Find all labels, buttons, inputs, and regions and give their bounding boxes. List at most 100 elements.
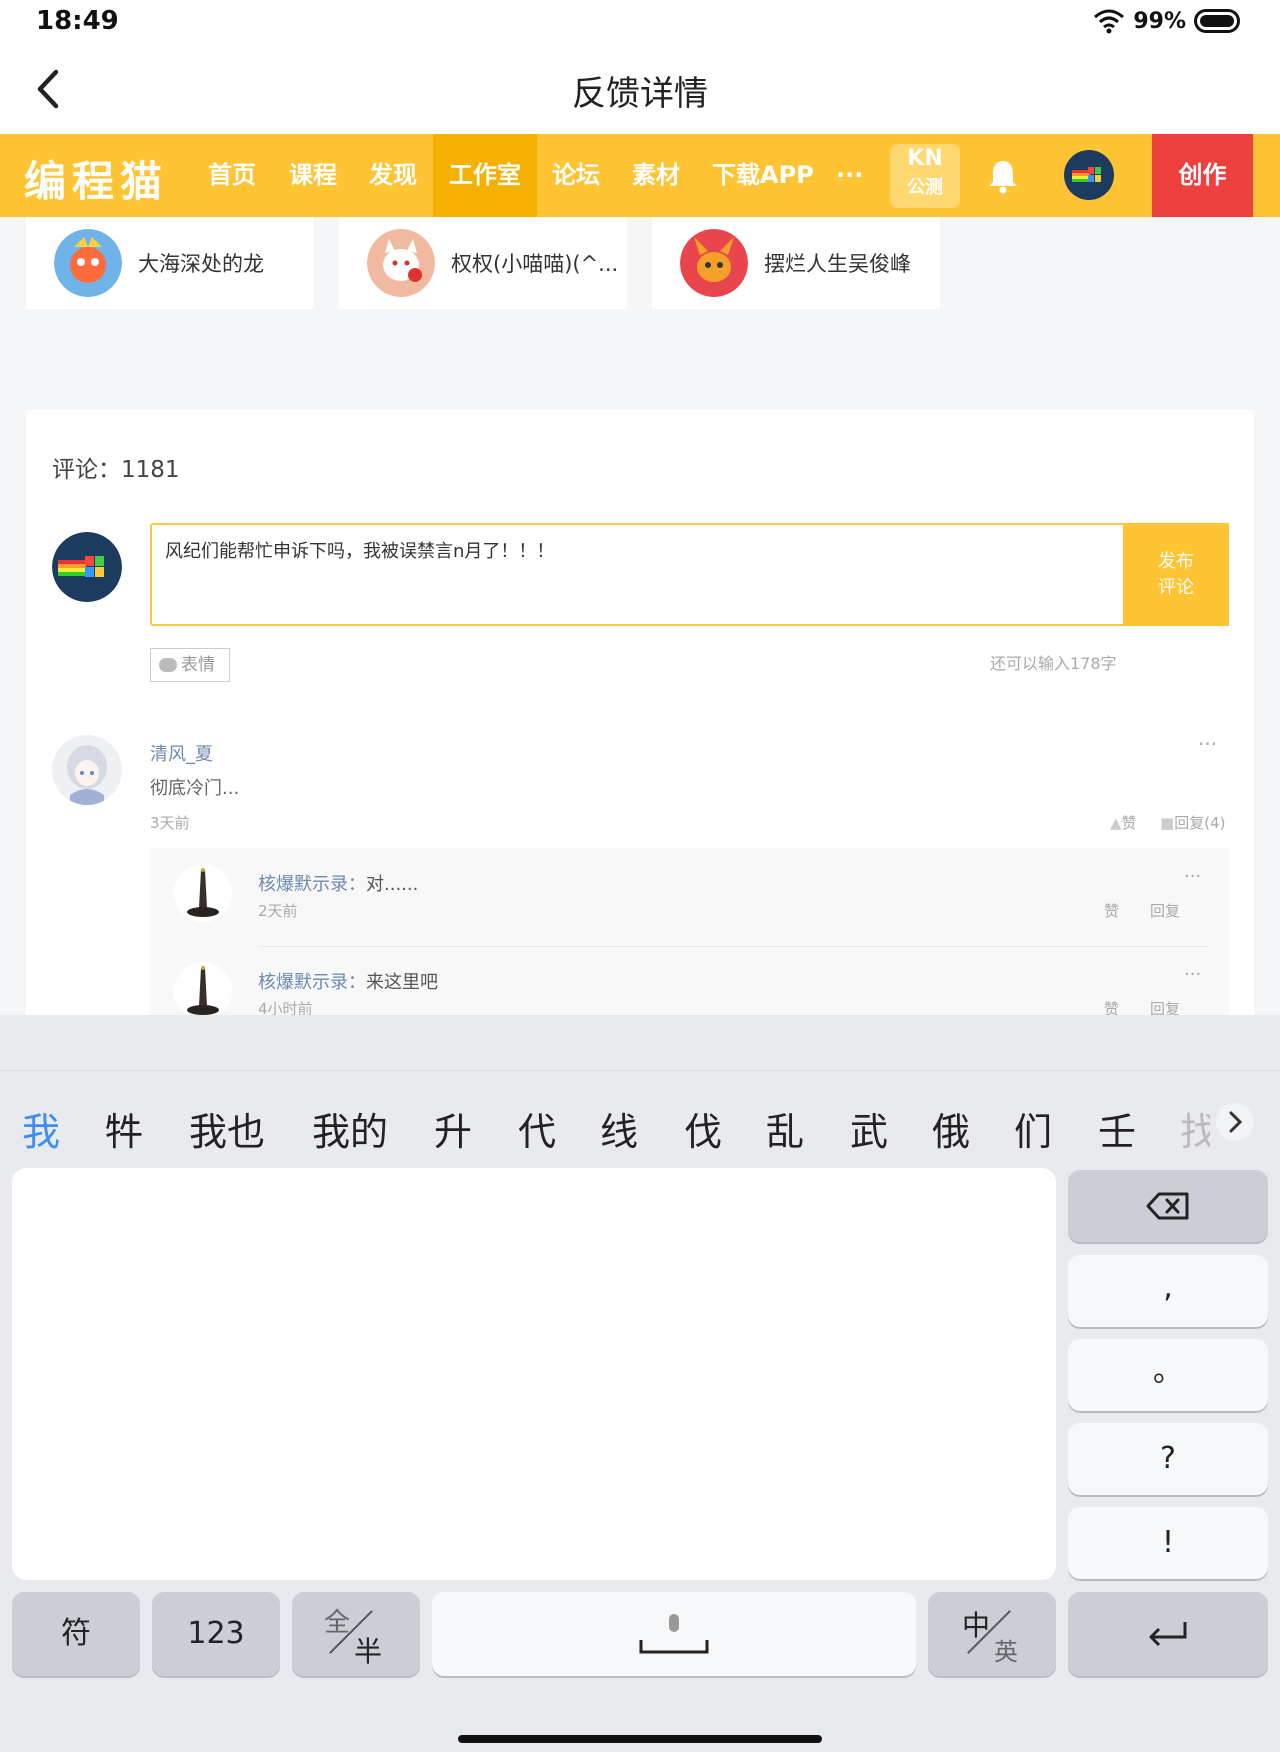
chinese-english-toggle-key[interactable]: 中 英 bbox=[928, 1592, 1056, 1676]
user-card-avatar bbox=[680, 229, 748, 297]
site-nav: 编程猫 首页 课程 发现 工作室 论坛 素材 下载APP ··· KN 公测 创… bbox=[0, 134, 1280, 217]
comment-count: 评论：1181 bbox=[52, 457, 180, 483]
emoji-button[interactable]: 表情 bbox=[150, 648, 230, 682]
nav-item-materials[interactable]: 素材 bbox=[632, 134, 680, 217]
nav-item-courses[interactable]: 课程 bbox=[289, 134, 337, 217]
backspace-icon bbox=[1146, 1192, 1189, 1220]
candidate[interactable]: 我也 bbox=[189, 1101, 265, 1156]
comment-panel: 评论：1181 风纪们能帮忙申诉下吗，我被误禁言n月了！！！ 发布 评论 表情 … bbox=[26, 410, 1254, 1015]
fullwidth-bottom: 半 bbox=[354, 1635, 383, 1668]
candidate[interactable]: 找 bbox=[1180, 1101, 1210, 1156]
reply-like-button[interactable]: 赞 bbox=[1104, 900, 1119, 921]
remaining-chars: 还可以输入178字 bbox=[990, 654, 1117, 673]
reply-reply-button[interactable]: 回复 bbox=[1150, 998, 1180, 1015]
status-time: 18:49 bbox=[36, 6, 119, 36]
publish-comment-button[interactable]: 发布 评论 bbox=[1123, 523, 1229, 626]
nav-more-button[interactable]: ··· bbox=[836, 134, 863, 217]
status-right: 99% bbox=[1093, 8, 1240, 34]
site-logo[interactable]: 编程猫 bbox=[24, 148, 168, 209]
comment-like-label: 赞 bbox=[1121, 814, 1137, 832]
comment-time: 3天前 bbox=[150, 814, 190, 832]
fullwidth-toggle-key[interactable]: 全 半 bbox=[292, 1592, 420, 1676]
comment-input[interactable]: 风纪们能帮忙申诉下吗，我被误禁言n月了！！！ bbox=[150, 523, 1136, 626]
candidate[interactable]: 武 bbox=[850, 1101, 888, 1156]
question-key[interactable]: ? bbox=[1068, 1423, 1268, 1495]
battery-icon bbox=[1194, 9, 1240, 33]
bell-icon[interactable] bbox=[986, 158, 1020, 194]
publish-label-line2: 评论 bbox=[1158, 577, 1194, 598]
kn-badge-bottom: 公测 bbox=[907, 177, 943, 198]
nav-item-home[interactable]: 首页 bbox=[208, 134, 256, 217]
candidate-bar: 我 牪 我也 我的 升 代 线 伐 乱 武 俄 们 壬 找 bbox=[0, 1070, 1280, 1170]
ime-keyboard: 我 牪 我也 我的 升 代 线 伐 乱 武 俄 们 壬 找 , 。 ? ! 符 … bbox=[0, 1015, 1280, 1752]
handwriting-area[interactable] bbox=[12, 1168, 1056, 1580]
period-key[interactable]: 。 bbox=[1068, 1339, 1268, 1411]
reply-like-button[interactable]: 赞 bbox=[1104, 998, 1119, 1015]
candidate[interactable]: 俄 bbox=[932, 1101, 970, 1156]
battery-percent: 99% bbox=[1133, 8, 1186, 34]
reply-text: 来这里吧 bbox=[366, 972, 438, 993]
nav-item-download-app[interactable]: 下载APP bbox=[712, 134, 814, 217]
comma-key[interactable]: , bbox=[1068, 1255, 1268, 1327]
reply-time: 4小时前 bbox=[258, 1000, 313, 1015]
cat-face-icon bbox=[159, 658, 177, 672]
candidate[interactable]: 我的 bbox=[312, 1101, 388, 1156]
comment-text: 彻底冷门... bbox=[150, 778, 240, 799]
candidate[interactable]: 牪 bbox=[105, 1101, 143, 1156]
reply-more-button[interactable]: ··· bbox=[1184, 866, 1201, 887]
return-icon bbox=[1149, 1622, 1187, 1647]
comment-like-button[interactable]: ▲赞 bbox=[1110, 812, 1137, 833]
reply-avatar[interactable] bbox=[174, 864, 232, 922]
lang-bottom: 英 bbox=[994, 1638, 1018, 1666]
reply-text: 对...... bbox=[366, 874, 419, 895]
create-button[interactable]: 创作 bbox=[1152, 134, 1253, 217]
my-avatar bbox=[52, 532, 122, 602]
nav-item-studio[interactable]: 工作室 bbox=[433, 134, 537, 217]
candidate[interactable]: 我 bbox=[22, 1101, 60, 1156]
space-key[interactable] bbox=[432, 1592, 916, 1676]
candidate[interactable]: 线 bbox=[600, 1101, 638, 1156]
page-title: 反馈详情 bbox=[572, 74, 708, 114]
exclamation-key[interactable]: ! bbox=[1068, 1507, 1268, 1579]
candidate[interactable]: 升 bbox=[434, 1101, 472, 1156]
reply-time: 2天前 bbox=[258, 902, 298, 920]
reply-author[interactable]: 核爆默示录： bbox=[258, 874, 366, 895]
user-avatar[interactable] bbox=[1064, 150, 1114, 200]
kn-beta-badge[interactable]: KN 公测 bbox=[890, 144, 960, 208]
title-bar: 反馈详情 bbox=[0, 44, 1280, 134]
candidate[interactable]: 代 bbox=[518, 1101, 556, 1156]
thumb-up-icon: ▲ bbox=[1110, 814, 1122, 832]
comment-more-button[interactable]: ··· bbox=[1198, 732, 1217, 756]
user-card-name: 摆烂人生吴俊峰 bbox=[764, 252, 911, 276]
chevron-right-icon[interactable] bbox=[1216, 1103, 1254, 1141]
candidate[interactable]: 们 bbox=[1014, 1101, 1052, 1156]
chat-bubble-icon: ■ bbox=[1160, 814, 1175, 832]
microphone-icon bbox=[639, 1614, 709, 1654]
comment-avatar[interactable] bbox=[52, 735, 122, 805]
reply-reply-button[interactable]: 回复 bbox=[1150, 900, 1180, 921]
nav-item-discover[interactable]: 发现 bbox=[369, 134, 417, 217]
wifi-icon bbox=[1094, 9, 1125, 34]
reply-more-button[interactable]: ··· bbox=[1184, 964, 1201, 985]
nav-item-forum[interactable]: 论坛 bbox=[552, 134, 600, 217]
candidate[interactable]: 伐 bbox=[684, 1101, 722, 1156]
fullwidth-top: 全 bbox=[324, 1608, 351, 1638]
reply-divider bbox=[258, 946, 1208, 947]
candidate[interactable]: 乱 bbox=[766, 1101, 804, 1156]
reply-list: 核爆默示录：对...... 2天前 ··· 赞 回复 核爆默示录：来这里吧 4小… bbox=[150, 848, 1230, 1015]
symbols-key[interactable]: 符 bbox=[12, 1592, 140, 1676]
comment-author[interactable]: 清风_夏 bbox=[150, 740, 213, 766]
user-card-name: 权权(小喵喵)(^... bbox=[451, 252, 619, 276]
backspace-key[interactable] bbox=[1068, 1170, 1268, 1242]
user-card[interactable]: 大海深处的龙 bbox=[26, 217, 314, 309]
user-card-avatar bbox=[367, 229, 435, 297]
user-card[interactable]: 摆烂人生吴俊峰 bbox=[652, 217, 940, 309]
comment-reply-button[interactable]: ■回复(4) bbox=[1160, 812, 1225, 833]
enter-key[interactable] bbox=[1068, 1592, 1268, 1676]
numbers-key[interactable]: 123 bbox=[152, 1592, 280, 1676]
reply-avatar[interactable] bbox=[174, 962, 232, 1015]
reply-author[interactable]: 核爆默示录： bbox=[258, 972, 366, 993]
user-card[interactable]: 权权(小喵喵)(^... bbox=[339, 217, 627, 309]
home-indicator[interactable] bbox=[458, 1735, 822, 1743]
candidate[interactable]: 壬 bbox=[1098, 1101, 1136, 1156]
